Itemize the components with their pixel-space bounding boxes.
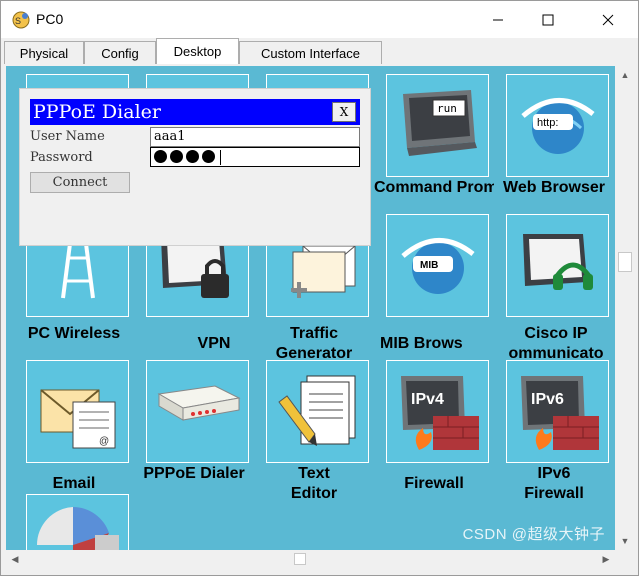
username-label: User Name <box>30 129 105 144</box>
mib-browser-icon: MIB <box>400 237 475 294</box>
svg-text:S: S <box>15 16 21 26</box>
ipv6-firewall-tile[interactable]: IPv6 <box>506 360 609 463</box>
dialog-title: PPPoE Dialer <box>33 101 161 123</box>
pppoe-dialer-label: PPPoE Dialer <box>143 465 245 482</box>
text-editor-tile[interactable] <box>266 360 369 463</box>
svg-text:IPv6: IPv6 <box>531 391 564 408</box>
password-dot <box>170 150 183 163</box>
svg-text:http:: http: <box>537 117 558 129</box>
cisco-ip-communicator-tile[interactable] <box>506 214 609 317</box>
text-editor-label: Text Editor <box>290 465 338 502</box>
ipv6-firewall-icon: IPv6 <box>520 375 599 450</box>
firewall-tile[interactable]: IPv4 <box>386 360 489 463</box>
window-titlebar: S PC0 <box>0 0 639 38</box>
vertical-scroll-thumb[interactable] <box>618 252 632 272</box>
tab-physical[interactable]: Physical <box>4 41 84 64</box>
pppoe-dialer-tile[interactable] <box>146 360 249 463</box>
dialog-close-button[interactable]: X <box>332 102 356 122</box>
vertical-scrollbar[interactable]: ▲ ▼ <box>615 66 635 550</box>
app-tile-partial-bottom[interactable] <box>26 494 129 550</box>
email-label: Email <box>52 475 96 492</box>
password-mask <box>154 150 221 165</box>
pc-wireless-label: PC Wireless <box>27 325 121 342</box>
dialog-titlebar[interactable]: PPPoE Dialer X <box>30 99 360 125</box>
close-icon <box>602 14 614 26</box>
svg-text:MIB: MIB <box>420 260 438 271</box>
tab-desktop[interactable]: Desktop <box>156 38 239 64</box>
tab-config[interactable]: Config <box>84 41 156 64</box>
pppoe-dialer-icon <box>157 384 241 421</box>
cisco-ip-communicator-icon <box>522 233 593 290</box>
scroll-left-arrow-icon[interactable]: ◀ <box>6 550 24 568</box>
password-field[interactable] <box>150 147 360 167</box>
email-icon: @ <box>39 388 115 448</box>
firewall-icon: IPv4 <box>400 375 479 450</box>
email-tile[interactable]: @ <box>26 360 129 463</box>
mib-browser-tile[interactable]: MIB <box>386 214 489 317</box>
minimize-icon <box>493 19 503 21</box>
tab-custom-interface[interactable]: Custom Interface <box>239 41 382 64</box>
command-prompt-label: Command Prompt <box>374 179 494 196</box>
command-prompt-tile[interactable]: run <box>386 74 489 177</box>
pie-chart-icon <box>36 507 119 550</box>
maximize-icon <box>542 14 554 26</box>
username-field[interactable]: aaa1 <box>150 127 360 147</box>
packet-tracer-app-icon: S <box>12 11 30 29</box>
horizontal-scroll-thumb[interactable] <box>294 553 306 565</box>
password-label: Password <box>30 150 93 165</box>
password-dot <box>202 150 215 163</box>
svg-text:@: @ <box>99 436 109 447</box>
tab-bar: Physical Config Desktop Custom Interface <box>0 38 639 64</box>
password-dot <box>154 150 167 163</box>
svg-text:IPv4: IPv4 <box>411 391 444 408</box>
pppoe-dialer-dialog: PPPoE Dialer X User Name aaa1 Password C… <box>19 88 371 246</box>
svg-text:run: run <box>437 102 457 115</box>
scroll-up-arrow-icon[interactable]: ▲ <box>615 66 635 84</box>
connect-button[interactable]: Connect <box>30 172 130 193</box>
web-browser-tile[interactable]: http: <box>506 74 609 177</box>
scroll-right-arrow-icon[interactable]: ▶ <box>597 550 615 568</box>
web-browser-label: Web Browser <box>503 179 605 196</box>
password-dot <box>186 150 199 163</box>
watermark: CSDN @超级大钟子 <box>462 526 605 543</box>
window-title: PC0 <box>36 11 64 27</box>
mib-browser-label: MIB Brows <box>380 335 463 352</box>
maximize-button[interactable] <box>525 5 571 35</box>
web-browser-icon: http: <box>520 97 595 154</box>
horizontal-scrollbar[interactable]: ◀ ▶ <box>6 550 615 568</box>
cisco-ip-communicator-label: Cisco IP ommunicato <box>508 325 604 362</box>
command-prompt-icon: run <box>402 89 477 156</box>
text-caret <box>220 150 221 165</box>
firewall-label: Firewall <box>404 475 464 492</box>
minimize-button[interactable] <box>475 5 521 35</box>
close-window-button[interactable] <box>585 5 631 35</box>
scroll-down-arrow-icon[interactable]: ▼ <box>615 532 635 550</box>
traffic-generator-label: Traffic Generator <box>275 325 353 362</box>
text-editor-icon <box>277 375 355 446</box>
ipv6-firewall-label: IPv6 Firewall <box>524 465 584 502</box>
